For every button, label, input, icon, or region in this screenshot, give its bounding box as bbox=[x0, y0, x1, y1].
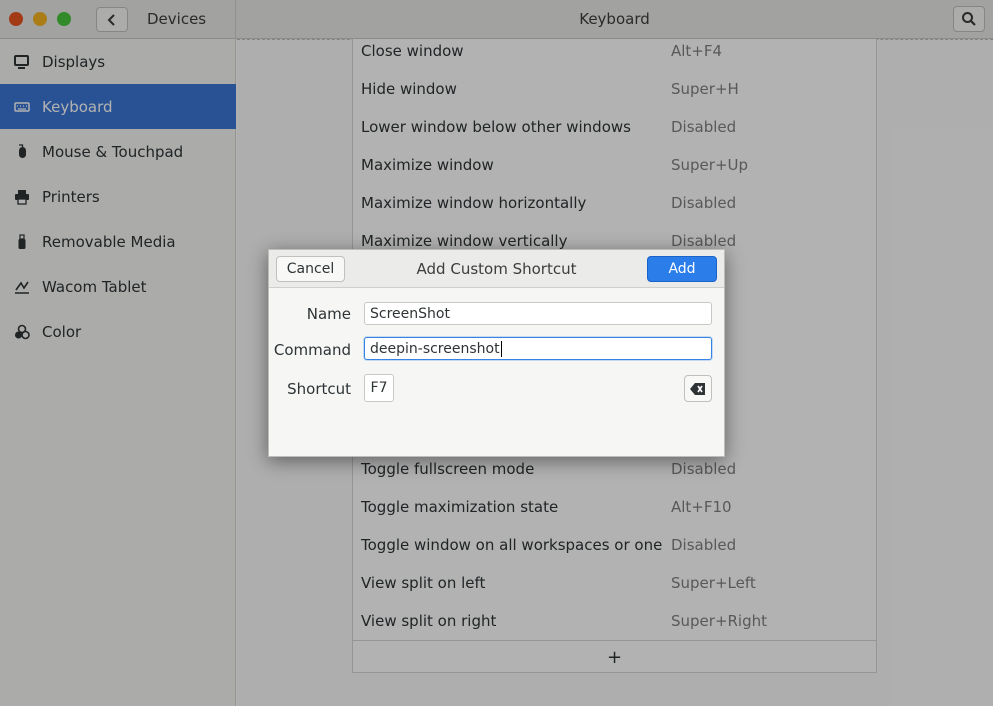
text-caret bbox=[500, 340, 502, 357]
command-label: Command bbox=[273, 341, 351, 359]
add-custom-shortcut-dialog: Cancel Add Custom Shortcut Add Name Scre… bbox=[268, 249, 725, 457]
clear-shortcut-button[interactable] bbox=[684, 375, 712, 402]
backspace-icon bbox=[690, 382, 705, 395]
command-field[interactable]: deepin-screenshot bbox=[364, 337, 712, 360]
dialog-header: Cancel Add Custom Shortcut Add bbox=[269, 250, 724, 288]
name-field-value: ScreenShot bbox=[370, 305, 450, 322]
shortcut-key-field[interactable]: F7 bbox=[364, 374, 394, 402]
name-label: Name bbox=[306, 305, 351, 323]
shortcut-label: Shortcut bbox=[287, 380, 351, 398]
name-field[interactable]: ScreenShot bbox=[364, 302, 712, 325]
command-field-value: deepin-screenshot bbox=[370, 340, 500, 357]
add-button[interactable]: Add bbox=[647, 256, 717, 282]
